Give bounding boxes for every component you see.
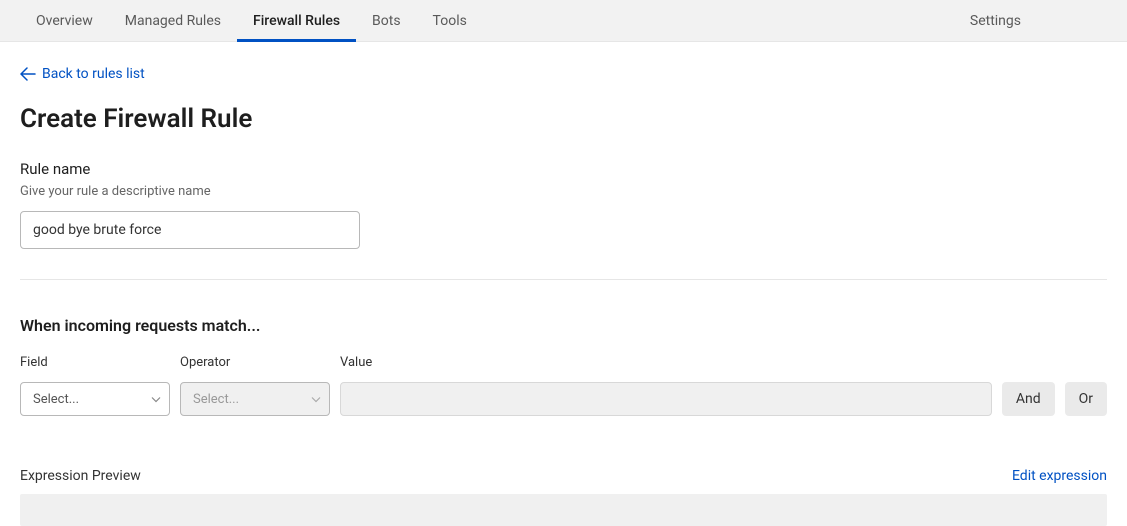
chevron-down-icon <box>151 392 161 407</box>
expression-header-row: Expression Preview Edit expression <box>20 468 1107 484</box>
operator-column: Operator Select... <box>180 355 330 416</box>
value-label: Value <box>340 355 992 370</box>
tab-managed-rules[interactable]: Managed Rules <box>109 0 237 41</box>
match-rule-row: Field Select... Operator Select... Value… <box>20 355 1107 416</box>
field-select-value: Select... <box>33 392 79 407</box>
edit-expression-link[interactable]: Edit expression <box>1012 468 1107 484</box>
page-content: Back to rules list Create Firewall Rule … <box>0 42 1127 526</box>
operator-label: Operator <box>180 355 330 370</box>
chevron-down-icon <box>311 392 321 407</box>
expression-preview-box <box>20 494 1107 526</box>
tab-settings[interactable]: Settings <box>954 0 1037 41</box>
tab-firewall-rules[interactable]: Firewall Rules <box>237 0 356 41</box>
top-tab-bar: Overview Managed Rules Firewall Rules Bo… <box>0 0 1127 42</box>
operator-select-value: Select... <box>193 392 239 407</box>
field-select[interactable]: Select... <box>20 382 170 416</box>
field-column: Field Select... <box>20 355 170 416</box>
rule-name-input[interactable] <box>20 211 360 249</box>
page-title: Create Firewall Rule <box>20 104 1107 134</box>
tab-tools[interactable]: Tools <box>417 0 483 41</box>
or-button[interactable]: Or <box>1065 382 1107 416</box>
divider <box>20 279 1107 280</box>
field-label: Field <box>20 355 170 370</box>
expression-preview-label: Expression Preview <box>20 468 141 484</box>
value-column: Value <box>340 355 992 416</box>
back-link-text: Back to rules list <box>42 66 145 82</box>
and-button[interactable]: And <box>1002 382 1055 416</box>
tab-overview[interactable]: Overview <box>20 0 109 41</box>
tab-group-left: Overview Managed Rules Firewall Rules Bo… <box>20 0 483 41</box>
tab-bots[interactable]: Bots <box>356 0 417 41</box>
operator-select[interactable]: Select... <box>180 382 330 416</box>
rule-name-help: Give your rule a descriptive name <box>20 184 1107 199</box>
value-input[interactable] <box>340 382 992 416</box>
tab-group-right: Settings <box>954 0 1037 41</box>
back-to-rules-link[interactable]: Back to rules list <box>20 66 145 82</box>
match-heading: When incoming requests match... <box>20 316 1107 335</box>
rule-name-label: Rule name <box>20 160 1107 178</box>
arrow-left-icon <box>20 67 36 81</box>
